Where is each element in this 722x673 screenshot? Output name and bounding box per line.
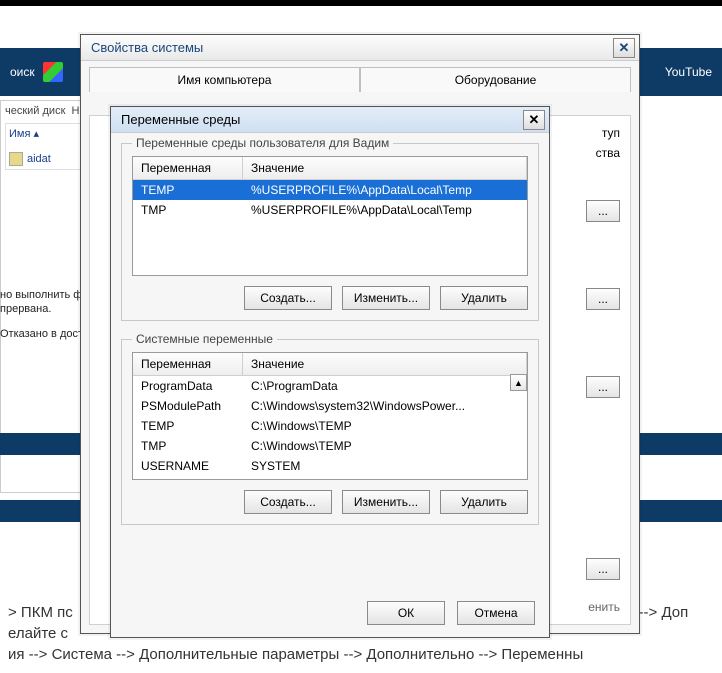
table-row[interactable]: TEMP%USERPROFILE%\AppData\Local\Temp	[133, 180, 527, 200]
bg-black-bar	[0, 0, 722, 6]
sys-tabs-row1: Имя компьютера Оборудование	[81, 61, 639, 92]
env-titlebar[interactable]: Переменные среды ✕	[111, 107, 549, 133]
explorer-item[interactable]: aidat	[9, 152, 91, 166]
table-row[interactable]: PSModulePathC:\Windows\system32\WindowsP…	[133, 396, 527, 416]
user-edit-button[interactable]: Изменить...	[342, 286, 430, 310]
sys-delete-button[interactable]: Удалить	[440, 490, 528, 514]
sys-title: Свойства системы	[91, 40, 203, 55]
rubik-icon	[43, 62, 63, 82]
cell-var: PSModulePath	[133, 396, 243, 416]
table-row[interactable]: TMPC:\Windows\TEMP	[133, 436, 527, 456]
stub-button-3[interactable]	[586, 376, 620, 398]
table-row[interactable]: TEMPC:\Windows\TEMP	[133, 416, 527, 436]
bg-search-label: оиск	[10, 65, 35, 79]
user-vars-list[interactable]: Переменная Значение TEMP%USERPROFILE%\Ap…	[132, 156, 528, 276]
stub-button-4[interactable]	[586, 558, 620, 580]
cell-var: USERNAME	[133, 456, 243, 476]
sys-vars-legend: Системные переменные	[132, 332, 277, 346]
cell-val: C:\Windows\system32\WindowsPower...	[243, 396, 527, 416]
stub-button-2[interactable]	[586, 288, 620, 310]
bg-disk-label: ческий диск	[5, 105, 65, 117]
cell-val: %USERPROFILE%\AppData\Local\Temp	[243, 180, 527, 200]
user-vars-legend: Переменные среды пользователя для Вадим	[132, 136, 393, 150]
col-header-variable[interactable]: Переменная	[133, 353, 243, 375]
col-header-variable[interactable]: Переменная	[133, 157, 243, 179]
cell-val: SYSTEM	[243, 456, 527, 476]
table-row[interactable]: ProgramDataC:\ProgramData	[133, 376, 527, 396]
sys-vars-list[interactable]: Переменная Значение ▲ ProgramDataC:\Prog…	[132, 352, 528, 480]
cell-val: C:\ProgramData	[243, 376, 527, 396]
sys-edit-button[interactable]: Изменить...	[342, 490, 430, 514]
cell-var: TEMP	[133, 180, 243, 200]
sys-vars-group: Системные переменные Переменная Значение…	[121, 339, 539, 525]
table-row[interactable]: USERNAMESYSTEM	[133, 456, 527, 476]
env-title: Переменные среды	[121, 112, 240, 127]
env-vars-window: Переменные среды ✕ Переменные среды поль…	[110, 106, 550, 638]
cell-val: %USERPROFILE%\AppData\Local\Temp	[243, 200, 527, 220]
cell-var: ProgramData	[133, 376, 243, 396]
cancel-button[interactable]: Отмена	[457, 601, 535, 625]
user-create-button[interactable]: Создать...	[244, 286, 332, 310]
file-icon	[9, 152, 23, 166]
cell-val: C:\Windows\TEMP	[243, 416, 527, 436]
user-delete-button[interactable]: Удалить	[440, 286, 528, 310]
cell-val: C:\Windows\TEMP	[243, 436, 527, 456]
cell-var: TMP	[133, 436, 243, 456]
table-row[interactable]: TMP%USERPROFILE%\AppData\Local\Temp	[133, 200, 527, 220]
col-name[interactable]: Имя	[9, 128, 30, 140]
sys-create-button[interactable]: Создать...	[244, 490, 332, 514]
tab-hardware[interactable]: Оборудование	[360, 67, 631, 92]
user-vars-group: Переменные среды пользователя для Вадим …	[121, 143, 539, 321]
ok-button[interactable]: ОК	[367, 601, 445, 625]
stub-button-1[interactable]	[586, 200, 620, 222]
col-header-value[interactable]: Значение	[243, 353, 527, 375]
close-icon[interactable]: ✕	[613, 38, 635, 58]
tab-computer-name[interactable]: Имя компьютера	[89, 67, 360, 92]
sys-titlebar[interactable]: Свойства системы ✕	[81, 35, 639, 61]
scroll-up-icon[interactable]: ▲	[510, 374, 527, 391]
close-icon[interactable]: ✕	[523, 110, 545, 130]
cell-var: TMP	[133, 200, 243, 220]
col-header-value[interactable]: Значение	[243, 157, 527, 179]
cell-var: TEMP	[133, 416, 243, 436]
bg-youtube-link[interactable]: YouTube	[665, 65, 712, 79]
